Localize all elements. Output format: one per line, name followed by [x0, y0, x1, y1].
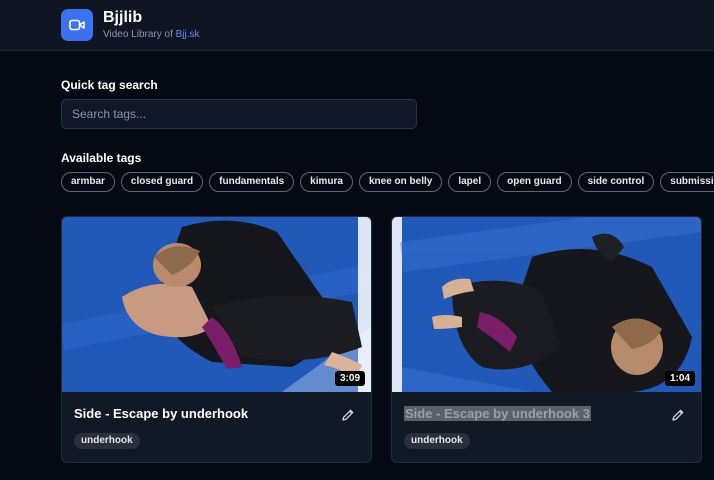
tag-chip-submissions[interactable]: submissions: [660, 172, 714, 192]
thumbnail-illustration: [392, 217, 701, 392]
app-subtitle: Video Library of Bjj.sk: [103, 29, 200, 41]
tag-chip-lapel[interactable]: lapel: [448, 172, 492, 192]
video-title: Side - Escape by underhook 3: [404, 406, 591, 421]
video-title: Side - Escape by underhook: [74, 406, 249, 421]
video-duration: 1:04: [664, 371, 695, 386]
quick-tag-search-label: Quick tag search: [61, 78, 158, 92]
tag-chip-open-guard[interactable]: open guard: [497, 172, 572, 192]
app-header: Bjjlib Video Library of Bjj.sk: [0, 0, 714, 51]
video-tag-chip[interactable]: underhook: [74, 433, 140, 449]
tag-chip-fundamentals[interactable]: fundamentals: [209, 172, 295, 192]
video-thumbnail[interactable]: 3:09: [62, 217, 371, 392]
tag-search-input[interactable]: [61, 99, 417, 129]
pencil-icon[interactable]: [671, 408, 685, 422]
video-tag-chip[interactable]: underhook: [404, 433, 470, 449]
tag-chip-kimura[interactable]: kimura: [300, 172, 353, 192]
video-card[interactable]: 3:09 Side - Escape by underhook underhoo…: [61, 216, 372, 463]
tag-chip-armbar[interactable]: armbar: [61, 172, 115, 192]
thumbnail-illustration: [62, 217, 371, 392]
available-tags-label: Available tags: [61, 151, 142, 165]
video-card[interactable]: 1:04 Side - Escape by underhook 3 underh…: [391, 216, 702, 463]
subtitle-text: Video Library of: [103, 29, 176, 40]
video-camera-icon[interactable]: [61, 9, 93, 41]
tag-chip-closed-guard[interactable]: closed guard: [120, 172, 204, 192]
bjj-sk-link[interactable]: Bjj.sk: [176, 29, 200, 40]
tag-chip-knee-on-belly[interactable]: knee on belly: [358, 172, 443, 192]
pencil-icon[interactable]: [341, 408, 355, 422]
available-tags-list: armbar closed guard fundamentals kimura …: [61, 172, 714, 192]
app-title: Bjjlib: [103, 9, 143, 26]
video-duration: 3:09: [334, 371, 365, 386]
video-thumbnail[interactable]: 1:04: [392, 217, 701, 392]
tag-chip-side-control[interactable]: side control: [577, 172, 655, 192]
